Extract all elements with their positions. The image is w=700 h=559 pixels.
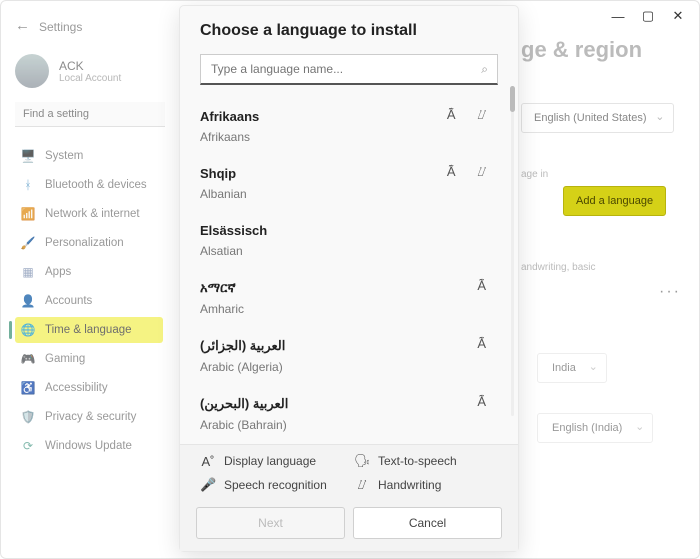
sidebar-item-gaming[interactable]: 🎮 Gaming [15, 346, 163, 372]
nav-icon: 🌐 [21, 323, 35, 337]
nav-icon: 📶 [21, 207, 35, 221]
features-text: andwriting, basic [521, 262, 687, 273]
dialog-title: Choose a language to install [180, 6, 518, 50]
nav-icon: 🎮 [21, 352, 35, 366]
nav-label: Personalization [45, 237, 124, 249]
language-english: Amharic [200, 302, 504, 316]
avatar [15, 54, 49, 88]
feature-icon: A͊ [447, 164, 456, 180]
language-item[interactable]: العربية (البحرين) Arabic (Bahrain) A͊ [200, 386, 504, 444]
language-native: Elsässisch [200, 223, 504, 238]
feature-icon: A͊ [477, 278, 486, 293]
feature-icon: ⌰ [477, 164, 486, 180]
language-english: Alsatian [200, 244, 504, 258]
sidebar-item-time-language[interactable]: 🌐 Time & language [15, 317, 163, 343]
tts-icon: 🗣 [354, 453, 370, 469]
nav-icon: ⟳ [21, 439, 35, 453]
scrollbar-thumb[interactable] [510, 86, 515, 112]
language-item[interactable]: AfrikaansAfrikaansA͊⌰ [200, 99, 504, 156]
sidebar-item-bluetooth-devices[interactable]: ᚼ Bluetooth & devices [15, 172, 163, 198]
sidebar-item-network-internet[interactable]: 📶 Network & internet [15, 201, 163, 227]
language-english: Albanian [200, 187, 504, 201]
nav-label: Apps [45, 266, 71, 278]
nav-icon: 🖥️ [21, 149, 35, 163]
nav-label: Gaming [45, 353, 85, 365]
nav-label: Accessibility [45, 382, 108, 394]
feature-icon: A͊ [447, 107, 456, 123]
sidebar-item-accessibility[interactable]: ♿ Accessibility [15, 375, 163, 401]
legend-speech: Speech recognition [224, 478, 327, 492]
settings-sidebar: ← Settings ACK Local Account 🖥️SystemᚼBl… [1, 1, 171, 558]
nav-label: Network & internet [45, 208, 140, 220]
nav-label: Bluetooth & devices [45, 179, 147, 191]
user-name: ACK [59, 59, 121, 73]
user-block[interactable]: ACK Local Account [15, 54, 163, 88]
feature-icon: A͊ [477, 394, 486, 409]
country-select[interactable]: India [537, 353, 607, 383]
page-title: ge & region [521, 37, 687, 63]
close-button[interactable]: ✕ [663, 5, 693, 27]
nav-label: Time & language [45, 324, 132, 336]
feature-icon: ⌰ [477, 107, 486, 123]
speech-icon: 🎤 [200, 477, 216, 493]
nav-label: Privacy & security [45, 411, 136, 423]
legend-hand: Handwriting [378, 478, 441, 492]
nav-icon: ♿ [21, 381, 35, 395]
find-setting-input[interactable] [15, 102, 165, 127]
feature-icon: A͊ [477, 336, 486, 351]
sidebar-item-personalization[interactable]: 🖌️ Personalization [15, 230, 163, 256]
maximize-button[interactable]: ▢ [633, 5, 663, 27]
language-list: AfrikaansAfrikaansA͊⌰ShqipAlbanianA͊⌰Els… [180, 95, 518, 444]
windows-display-language-select[interactable]: English (United States) [521, 103, 674, 133]
legend-display: Display language [224, 454, 316, 468]
nav-icon: 🛡️ [21, 410, 35, 424]
settings-label: Settings [39, 20, 163, 34]
cancel-button[interactable]: Cancel [353, 507, 502, 539]
language-item[interactable]: ShqipAlbanianA͊⌰ [200, 156, 504, 213]
sidebar-item-system[interactable]: 🖥️ System [15, 143, 163, 169]
language-search-input[interactable] [200, 54, 498, 85]
choose-language-dialog: Choose a language to install ⌕ Afrikaans… [179, 5, 519, 552]
nav-label: Accounts [45, 295, 92, 307]
sidebar-item-privacy-security[interactable]: 🛡️ Privacy & security [15, 404, 163, 430]
language-item[interactable]: العربية (الجزائر) Arabic (Algeria) A͊ [200, 328, 504, 386]
display-language-icon: A˚ [200, 454, 216, 469]
language-english: Afrikaans [200, 130, 504, 144]
sidebar-item-windows-update[interactable]: ⟳ Windows Update [15, 433, 163, 459]
next-button[interactable]: Next [196, 507, 345, 539]
language-english: Arabic (Algeria) [200, 360, 504, 374]
nav-icon: ▦ [21, 265, 35, 279]
legend-tts: Text-to-speech [378, 454, 457, 468]
language-item[interactable]: Elsässisch Alsatian [200, 213, 504, 270]
legend: A˚ Display language 🗣 Text-to-speech 🎤 Spee… [180, 444, 518, 499]
regional-format-select[interactable]: English (India) [537, 413, 653, 443]
scrollbar-track [511, 86, 514, 416]
add-language-button[interactable]: Add a language [563, 186, 666, 216]
nav-icon: 👤 [21, 294, 35, 308]
page-area: ge & region English (United States) age … [521, 37, 687, 443]
minimize-button[interactable]: — [603, 5, 633, 27]
user-account: Local Account [59, 73, 121, 84]
hint-text: age in [521, 169, 687, 180]
language-english: Arabic (Bahrain) [200, 418, 504, 432]
nav-icon: ᚼ [21, 178, 35, 192]
language-native: አማርኛ [200, 280, 504, 296]
nav-label: System [45, 150, 83, 162]
language-native: العربية (الجزائر) [200, 338, 504, 354]
sidebar-item-apps[interactable]: ▦ Apps [15, 259, 163, 285]
language-native: العربية (البحرين) [200, 396, 504, 412]
more-options-button[interactable]: ··· [659, 283, 681, 301]
handwriting-icon: ⌰ [354, 477, 370, 493]
nav-label: Windows Update [45, 440, 132, 452]
language-item[interactable]: አማርኛ Amharic A͊ [200, 270, 504, 328]
search-icon: ⌕ [481, 62, 488, 77]
nav-icon: 🖌️ [21, 236, 35, 250]
sidebar-item-accounts[interactable]: 👤 Accounts [15, 288, 163, 314]
